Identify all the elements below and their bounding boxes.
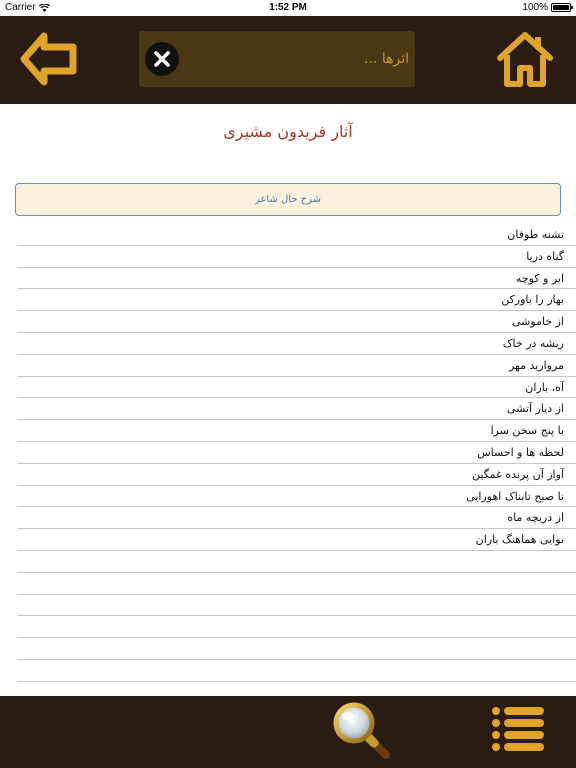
arrow-left-icon: [20, 32, 77, 86]
clear-search-button[interactable]: [145, 42, 179, 76]
home-button[interactable]: [496, 30, 554, 88]
list-item[interactable]: آه، باران: [17, 377, 576, 399]
empty-list-row: [17, 595, 576, 617]
empty-list-row: [17, 551, 576, 573]
list-item[interactable]: نوایی هماهنگ باران: [17, 529, 576, 551]
empty-list-row: [17, 682, 576, 696]
list-item[interactable]: تا صبح تابناک اهورایی: [17, 486, 576, 508]
empty-list-row: [17, 573, 576, 595]
list-menu-icon: [492, 707, 544, 751]
list-item[interactable]: ابر و کوچه: [17, 268, 576, 290]
list-item[interactable]: بهار را باورکن: [17, 289, 576, 312]
list-item[interactable]: گناه دریا: [17, 246, 576, 268]
search-input[interactable]: [187, 39, 409, 79]
search-box: [139, 31, 415, 87]
list-item[interactable]: مروارید مهر: [17, 355, 576, 377]
battery-icon: [551, 3, 573, 12]
search-button[interactable]: [330, 701, 394, 761]
list-item[interactable]: ریشه در خاک: [17, 333, 576, 355]
page-title: آثار فریدون مشیری: [223, 122, 353, 141]
empty-list-row: [17, 660, 576, 682]
list-item[interactable]: لحظه ها و احساس: [17, 442, 576, 464]
works-list: تشنه طوفان گناه دریا ابر و کوچه بهار را باو…: [0, 224, 576, 696]
empty-list-row: [17, 616, 576, 639]
empty-list-row: [17, 638, 576, 660]
poet-biography-button[interactable]: شرح حال شاعر: [15, 183, 561, 216]
list-item[interactable]: از خاموشی: [17, 311, 576, 333]
home-icon: [497, 32, 553, 87]
status-time: 1:52 PM: [269, 2, 307, 13]
back-button[interactable]: [20, 30, 78, 88]
magnifier-icon: [333, 702, 390, 759]
list-item[interactable]: آواز آن پرنده غمگین: [17, 464, 576, 486]
list-item[interactable]: از دریچه ماه: [17, 507, 576, 530]
battery-indicator: 100%: [522, 2, 573, 13]
list-item[interactable]: از دیار آتشی: [17, 398, 576, 421]
menu-button[interactable]: [490, 706, 546, 754]
status-bar: Carrier 1:52 PM 100%: [0, 0, 576, 16]
top-navigation-bar: [0, 16, 576, 104]
bottom-toolbar: [0, 696, 576, 768]
battery-percent: 100%: [522, 2, 548, 13]
close-circle-icon: [145, 42, 179, 76]
list-item[interactable]: تشنه طوفان: [17, 224, 576, 246]
list-item[interactable]: با پنج سخن سرا: [17, 420, 576, 442]
